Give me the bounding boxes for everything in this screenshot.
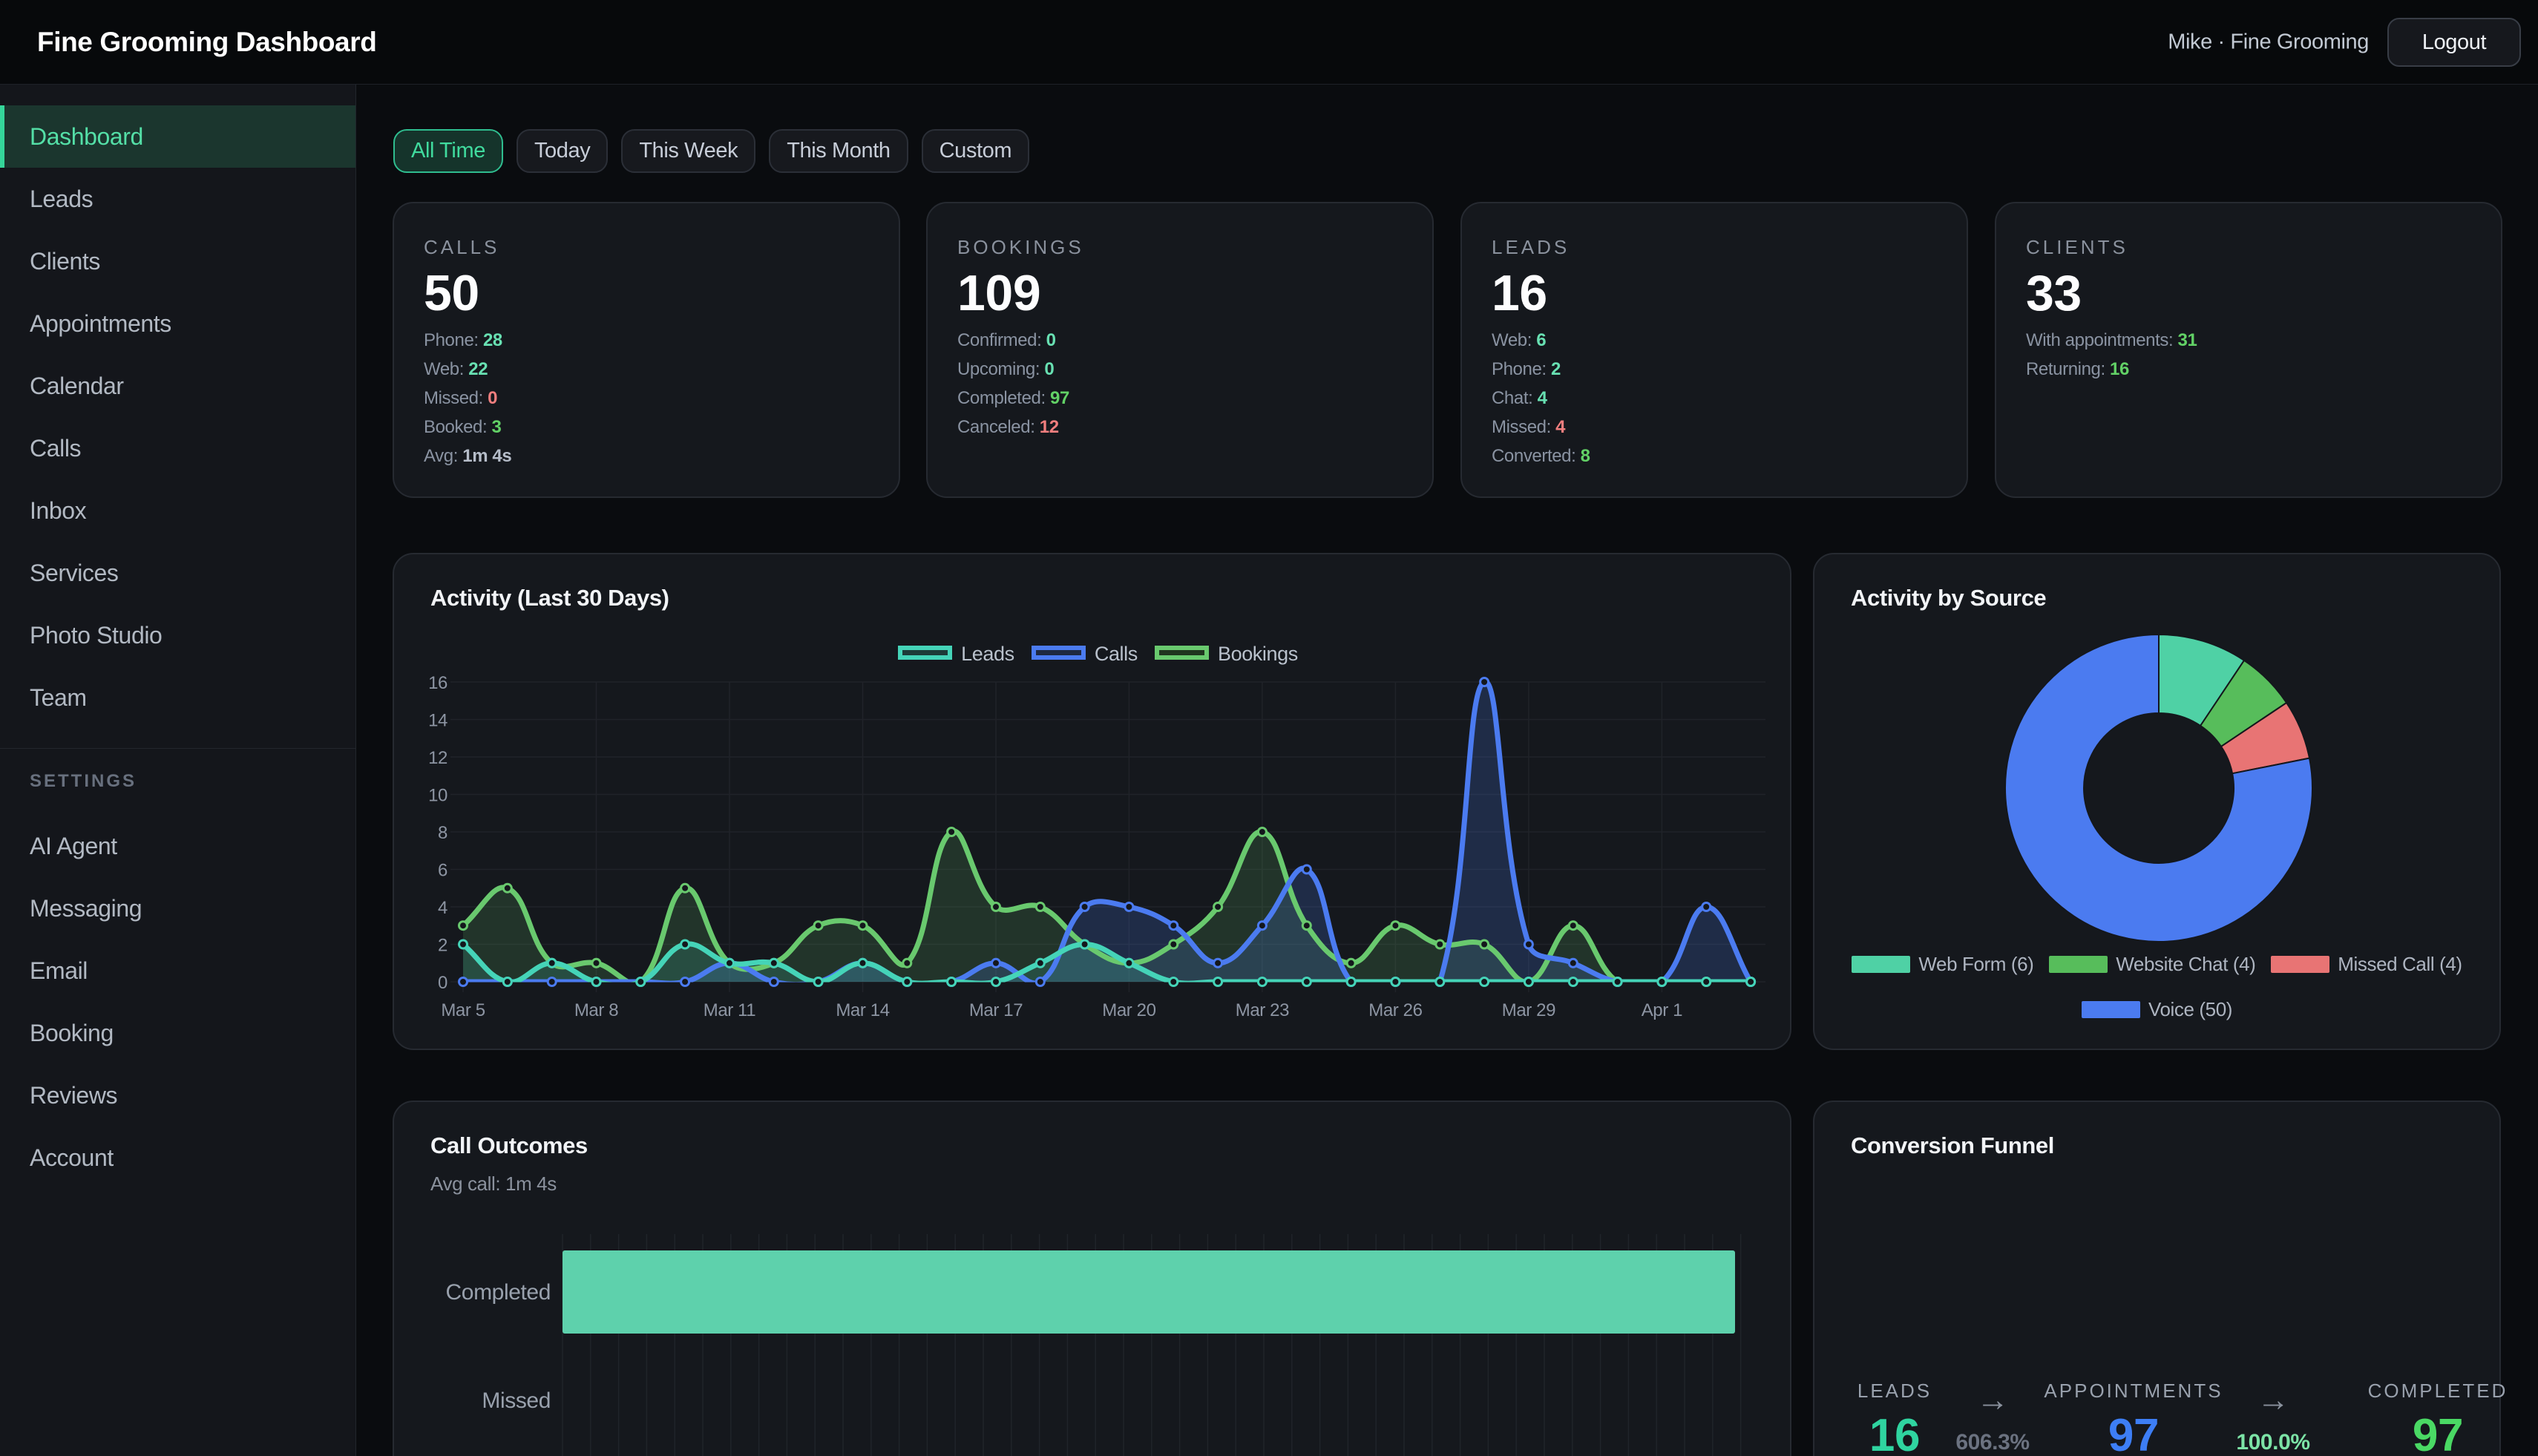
svg-text:Mar 8: Mar 8 [574, 1000, 618, 1020]
svg-text:Mar 5: Mar 5 [441, 1000, 485, 1020]
svg-text:Mar 26: Mar 26 [1368, 1000, 1422, 1020]
svg-text:Mar 29: Mar 29 [1502, 1000, 1555, 1020]
svg-text:4: 4 [438, 898, 447, 918]
svg-text:Mar 11: Mar 11 [704, 1000, 756, 1020]
svg-text:14: 14 [428, 711, 447, 731]
svg-text:6: 6 [438, 861, 447, 881]
svg-text:Missed: Missed [482, 1388, 551, 1413]
svg-text:10: 10 [428, 786, 447, 806]
svg-text:Apr 1: Apr 1 [1642, 1000, 1682, 1020]
svg-text:2: 2 [438, 936, 447, 956]
svg-text:Mar 23: Mar 23 [1236, 1000, 1289, 1020]
svg-text:Completed: Completed [446, 1280, 551, 1305]
svg-text:Mar 17: Mar 17 [969, 1000, 1023, 1020]
svg-text:12: 12 [428, 748, 447, 768]
svg-text:Mar 14: Mar 14 [836, 1000, 889, 1020]
svg-text:8: 8 [438, 823, 447, 843]
svg-text:0: 0 [438, 973, 447, 993]
svg-text:Mar 20: Mar 20 [1102, 1000, 1155, 1020]
svg-text:16: 16 [428, 673, 447, 693]
